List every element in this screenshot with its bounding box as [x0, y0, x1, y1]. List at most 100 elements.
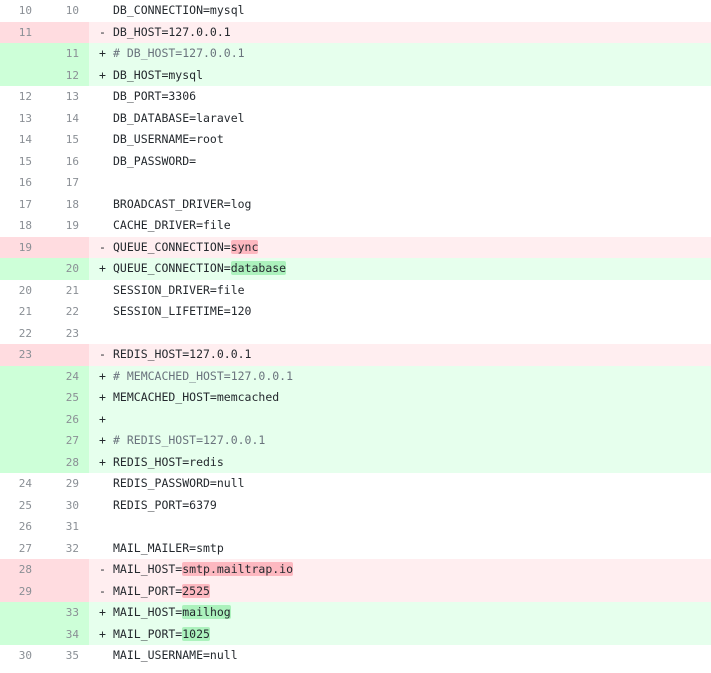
old-line-number[interactable]: 21: [0, 301, 42, 323]
old-line-number[interactable]: 13: [0, 108, 42, 130]
new-line-number[interactable]: 18: [42, 194, 89, 216]
new-line-number[interactable]: 33: [42, 602, 89, 624]
old-line-number[interactable]: [0, 623, 42, 645]
old-line-number[interactable]: 12: [0, 86, 42, 108]
code-text: QUEUE_CONNECTION=: [113, 239, 231, 254]
new-line-number[interactable]: 14: [42, 108, 89, 130]
diff-sign: +: [99, 605, 106, 619]
changed-word-highlight: sync: [230, 239, 259, 254]
diff-sign: -: [99, 562, 106, 576]
new-line-number[interactable]: 16: [42, 151, 89, 173]
code-text: DB_HOST=mysql: [113, 67, 204, 82]
old-line-number[interactable]: [0, 387, 42, 409]
diff-line-added: 12 + DB_HOST=mysql: [0, 64, 711, 86]
old-line-number[interactable]: [0, 430, 42, 452]
old-line-number[interactable]: [0, 408, 42, 430]
diff-line-context: 18 19 CACHE_DRIVER=file: [0, 215, 711, 237]
old-line-number[interactable]: 16: [0, 172, 42, 194]
new-line-number[interactable]: 32: [42, 538, 89, 560]
diff-sign: +: [99, 261, 106, 275]
diff-sign: +: [99, 454, 106, 469]
old-line-number[interactable]: 19: [0, 236, 42, 258]
code-text: DB_USERNAME=root: [113, 132, 224, 146]
old-line-number[interactable]: [0, 64, 42, 86]
old-line-number[interactable]: 17: [0, 194, 42, 216]
old-line-number[interactable]: [0, 43, 42, 65]
old-line-number[interactable]: 30: [0, 645, 42, 667]
new-line-number[interactable]: 24: [42, 365, 89, 387]
new-line-number[interactable]: [42, 559, 89, 581]
changed-word-highlight: 2525: [182, 583, 210, 598]
new-line-number[interactable]: 27: [42, 430, 89, 452]
line-content: + QUEUE_CONNECTION=database: [89, 258, 711, 280]
new-line-number[interactable]: 29: [42, 473, 89, 495]
line-content: - QUEUE_CONNECTION=sync: [89, 236, 711, 258]
line-content: + # REDIS_HOST=127.0.0.1: [89, 430, 711, 452]
new-line-number[interactable]: 34: [42, 623, 89, 645]
new-line-number[interactable]: [42, 236, 89, 258]
new-line-number[interactable]: 22: [42, 301, 89, 323]
new-line-number[interactable]: 12: [42, 64, 89, 86]
code-text: MAIL_USERNAME=null: [113, 648, 238, 662]
new-line-number[interactable]: [42, 21, 89, 43]
diff-line-context: 27 32 MAIL_MAILER=smtp: [0, 538, 711, 560]
new-line-number[interactable]: 26: [42, 408, 89, 430]
code-text: CACHE_DRIVER=file: [113, 218, 231, 232]
old-line-number[interactable]: 10: [0, 0, 42, 22]
changed-word-highlight: mailhog: [182, 605, 231, 619]
old-line-number[interactable]: 22: [0, 323, 42, 345]
old-line-number[interactable]: 15: [0, 151, 42, 173]
old-line-number[interactable]: 24: [0, 473, 42, 495]
new-line-number[interactable]: 28: [42, 451, 89, 473]
new-line-number[interactable]: 23: [42, 323, 89, 345]
old-line-number[interactable]: 11: [0, 21, 42, 43]
old-line-number[interactable]: 27: [0, 538, 42, 560]
code-text: DB_PORT=3306: [113, 89, 197, 103]
old-line-number[interactable]: 23: [0, 344, 42, 366]
line-content: SESSION_DRIVER=file: [89, 280, 711, 302]
new-line-number[interactable]: 10: [42, 0, 89, 22]
line-content: + DB_HOST=mysql: [89, 64, 711, 86]
new-line-number[interactable]: 13: [42, 86, 89, 108]
new-line-number[interactable]: 35: [42, 645, 89, 667]
code-text: REDIS_HOST=127.0.0.1: [113, 347, 252, 361]
old-line-number[interactable]: [0, 258, 42, 280]
new-line-number[interactable]: 31: [42, 516, 89, 538]
diff-line-context: 17 18 BROADCAST_DRIVER=log: [0, 194, 711, 216]
code-text: BROADCAST_DRIVER=log: [113, 196, 252, 211]
old-line-number[interactable]: 14: [0, 129, 42, 151]
old-line-number[interactable]: [0, 365, 42, 387]
code-text: DB_CONNECTION=mysql: [113, 3, 245, 17]
old-line-number[interactable]: 20: [0, 280, 42, 302]
old-line-number[interactable]: 18: [0, 215, 42, 237]
old-line-number[interactable]: 26: [0, 516, 42, 538]
code-text: MAIL_PORT=: [113, 626, 183, 641]
new-line-number[interactable]: 11: [42, 43, 89, 65]
line-content: REDIS_PORT=6379: [89, 495, 711, 517]
diff-line-added: 20 + QUEUE_CONNECTION=database: [0, 258, 711, 280]
line-content: REDIS_PASSWORD=null: [89, 473, 711, 495]
new-line-number[interactable]: 30: [42, 495, 89, 517]
new-line-number[interactable]: 15: [42, 129, 89, 151]
new-line-number[interactable]: [42, 580, 89, 602]
code-text: SESSION_DRIVER=file: [113, 282, 245, 297]
code-text: # MEMCACHED_HOST=127.0.0.1: [113, 368, 294, 383]
code-text: MEMCACHED_HOST=memcached: [113, 390, 280, 404]
old-line-number[interactable]: 28: [0, 559, 42, 581]
new-line-number[interactable]: 21: [42, 280, 89, 302]
new-line-number[interactable]: 17: [42, 172, 89, 194]
diff-line-context: 25 30 REDIS_PORT=6379: [0, 495, 711, 517]
old-line-number[interactable]: [0, 451, 42, 473]
diff-line-added: 11 + # DB_HOST=127.0.0.1: [0, 43, 711, 65]
line-content: + # DB_HOST=127.0.0.1: [89, 43, 711, 65]
new-line-number[interactable]: 20: [42, 258, 89, 280]
diff-line-added: 24 + # MEMCACHED_HOST=127.0.0.1: [0, 365, 711, 387]
diff-line-deleted: 28 - MAIL_HOST=smtp.mailtrap.io: [0, 559, 711, 581]
new-line-number[interactable]: [42, 344, 89, 366]
old-line-number[interactable]: 25: [0, 495, 42, 517]
old-line-number[interactable]: 29: [0, 580, 42, 602]
new-line-number[interactable]: 19: [42, 215, 89, 237]
new-line-number[interactable]: 25: [42, 387, 89, 409]
diff-line-context: 24 29 REDIS_PASSWORD=null: [0, 473, 711, 495]
old-line-number[interactable]: [0, 602, 42, 624]
